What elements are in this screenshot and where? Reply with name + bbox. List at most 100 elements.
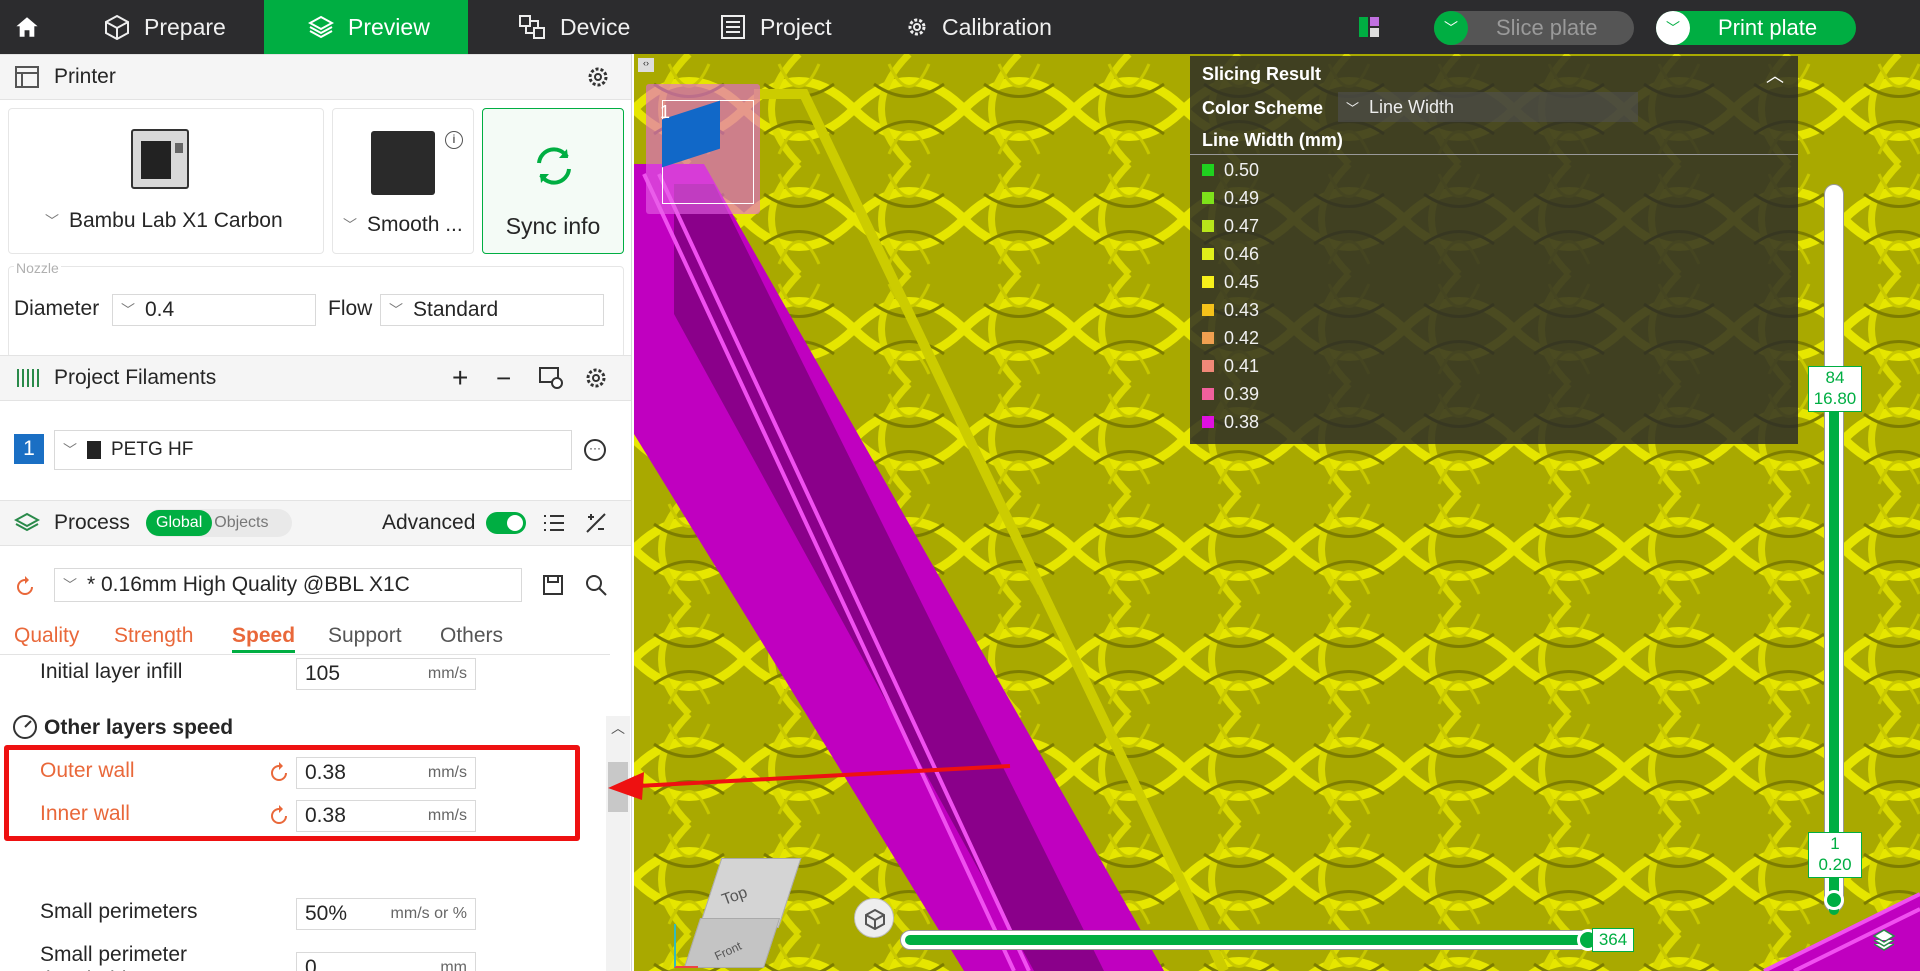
- layers-icon[interactable]: [1872, 928, 1896, 952]
- flow-select[interactable]: ﹀ Standard: [380, 294, 604, 326]
- filament-sync-icon[interactable]: [538, 366, 564, 390]
- device-icon: [519, 15, 545, 39]
- layer-slider-bottom-handle[interactable]: [1824, 890, 1844, 910]
- filament-index[interactable]: 1: [14, 434, 44, 464]
- tab-support[interactable]: Support: [328, 624, 402, 648]
- reset-view-button[interactable]: [854, 898, 894, 938]
- search-icon[interactable]: [584, 573, 608, 597]
- legend-title: Line Width (mm): [1202, 130, 1343, 150]
- legend-item: 0.43: [1190, 296, 1390, 324]
- legend-item: 0.47: [1190, 212, 1390, 240]
- highlight-box: [4, 745, 580, 841]
- chevron-down-icon: ﹀: [45, 213, 59, 229]
- tab-prepare[interactable]: Prepare: [104, 0, 226, 54]
- sync-info-button[interactable]: Sync info: [482, 108, 624, 254]
- process-section-title: Process: [54, 511, 130, 534]
- legend-item: 0.38: [1190, 408, 1390, 436]
- unit-label: mm/s: [427, 665, 467, 682]
- scroll-up-icon[interactable]: ︿: [608, 718, 628, 738]
- legend-swatch: [1202, 304, 1214, 316]
- toggle-objects[interactable]: Objects: [212, 514, 268, 532]
- info-icon[interactable]: i: [445, 131, 463, 149]
- tab-strength[interactable]: Strength: [114, 624, 193, 648]
- tab-preview[interactable]: Preview: [264, 0, 468, 54]
- chevron-down-icon: ﹀: [121, 302, 135, 318]
- legend-item: 0.49: [1190, 184, 1390, 212]
- more-options-icon[interactable]: ···: [584, 439, 606, 461]
- chevron-down-icon[interactable]: ﹀: [1434, 11, 1468, 45]
- color-scheme-select[interactable]: ﹀ Line Width: [1338, 92, 1638, 122]
- small-perimeter-threshold-input[interactable]: 0 mm: [296, 952, 476, 971]
- legend-value: 0.46: [1224, 243, 1260, 264]
- small-perimeters-value: 50%: [305, 902, 348, 925]
- legend-item: 0.39: [1190, 380, 1390, 408]
- collapse-panel-icon[interactable]: ‹›: [638, 58, 654, 72]
- tab-speed[interactable]: Speed: [232, 624, 296, 653]
- legend-value: 0.38: [1224, 411, 1260, 432]
- layers-icon: [14, 512, 40, 532]
- tab-quality[interactable]: Quality: [14, 624, 79, 648]
- tab-project[interactable]: Project: [720, 0, 832, 54]
- filaments-section-header: Project Filaments + −: [0, 355, 631, 401]
- move-slider[interactable]: [900, 929, 1600, 951]
- initial-layer-infill-value: 105: [305, 662, 341, 685]
- tab-device[interactable]: Device: [518, 0, 630, 54]
- tab-prepare-label: Prepare: [144, 13, 226, 40]
- printer-icon: [15, 66, 39, 88]
- plate-card[interactable]: i ﹀ Smooth ...: [332, 108, 474, 254]
- legend-item: 0.50: [1190, 156, 1390, 184]
- legend-swatch: [1202, 332, 1214, 344]
- print-plate-label: Print plate: [1718, 15, 1818, 40]
- add-icon[interactable]: +: [452, 362, 468, 394]
- reset-icon[interactable]: [14, 576, 36, 598]
- print-plate-button[interactable]: ﹀ Print plate: [1656, 11, 1856, 45]
- small-perimeter-threshold-value: 0: [305, 956, 317, 971]
- plate-thumbnail[interactable]: 1: [646, 84, 760, 214]
- initial-layer-infill-input[interactable]: 105 mm/s: [296, 658, 476, 690]
- remove-icon[interactable]: −: [496, 363, 511, 394]
- gear-icon[interactable]: [586, 65, 610, 89]
- layers-icon: [308, 15, 334, 39]
- legend-swatch: [1202, 276, 1214, 288]
- small-perimeters-input[interactable]: 50% mm/s or %: [296, 898, 476, 930]
- plate-select[interactable]: ﹀ Smooth ...: [343, 213, 463, 237]
- layer-top-label: 84 16.80: [1808, 366, 1862, 412]
- view-cube[interactable]: Top Front: [674, 858, 802, 968]
- tab-others[interactable]: Others: [440, 624, 503, 648]
- list-icon[interactable]: [542, 512, 566, 534]
- slice-plate-label: Slice plate: [1496, 15, 1598, 40]
- home-button[interactable]: [14, 0, 54, 54]
- layout-icon[interactable]: [1358, 16, 1380, 38]
- printer-image: [131, 129, 189, 189]
- legend-list: 0.50 0.49 0.47 0.46 0.45 0.43 0.42 0.41 0.39 0.38: [1190, 156, 1390, 436]
- global-objects-toggle[interactable]: Global Objects: [146, 509, 292, 537]
- process-preset-select[interactable]: ﹀ * 0.16mm High Quality @BBL X1C: [54, 568, 522, 602]
- process-section-header: Process Global Objects Advanced: [0, 500, 631, 546]
- small-perimeter-threshold-label: Small perimeter threshold: [40, 943, 188, 971]
- home-icon: [16, 17, 38, 37]
- legend-item: 0.41: [1190, 352, 1390, 380]
- printer-card[interactable]: ﹀ Bambu Lab X1 Carbon: [8, 108, 324, 254]
- preview-viewport[interactable]: 1 ‹› Slicing Result ︿ Color Scheme ﹀ Lin…: [634, 54, 1920, 971]
- filament-select[interactable]: ﹀ PETG HF: [54, 430, 572, 470]
- diameter-select[interactable]: ﹀ 0.4: [112, 294, 316, 326]
- sync-info-label: Sync info: [505, 213, 601, 239]
- collapse-icon[interactable]: ︿: [1766, 62, 1784, 88]
- slice-plate-button[interactable]: ﹀ Slice plate: [1434, 11, 1634, 45]
- compare-icon[interactable]: [584, 511, 608, 535]
- view-cube-icon: [865, 908, 885, 930]
- printer-select[interactable]: ﹀ Bambu Lab X1 Carbon: [45, 209, 283, 233]
- brand-icon: [87, 441, 101, 459]
- save-icon[interactable]: [542, 574, 564, 596]
- toggle-global[interactable]: Global: [146, 510, 213, 536]
- legend-item: 0.42: [1190, 324, 1390, 352]
- gear-icon[interactable]: [584, 366, 608, 390]
- plate-image: [371, 131, 435, 195]
- plate-name: Smooth ...: [367, 213, 463, 236]
- layer-slider[interactable]: +: [1824, 184, 1844, 915]
- tab-calibration[interactable]: Calibration: [906, 0, 1052, 54]
- advanced-switch[interactable]: [486, 512, 526, 534]
- chevron-down-icon[interactable]: ﹀: [1656, 11, 1690, 45]
- gear-icon: [908, 18, 926, 36]
- legend-value: 0.39: [1224, 383, 1260, 404]
